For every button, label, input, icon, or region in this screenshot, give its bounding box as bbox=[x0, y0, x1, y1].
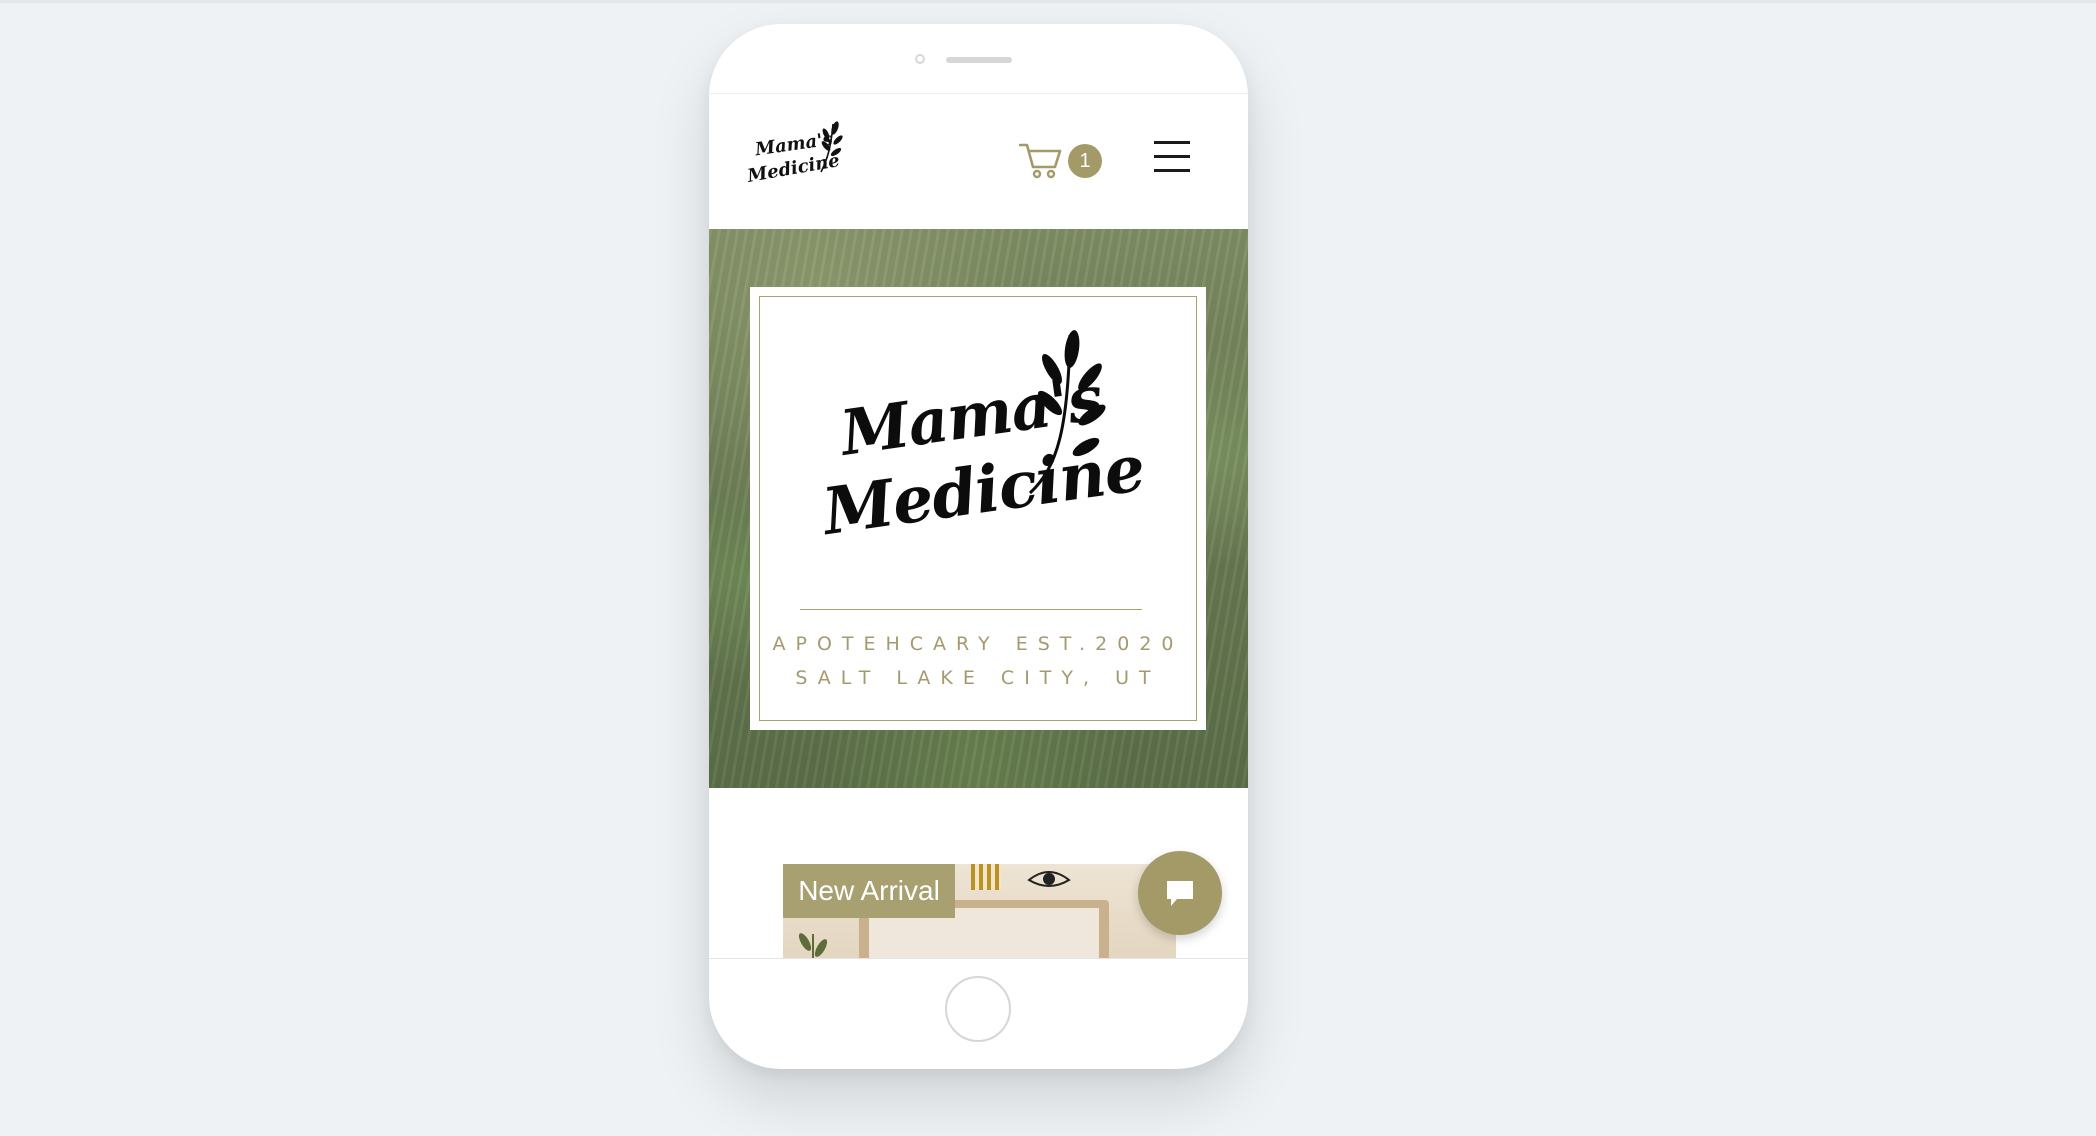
phone-speaker bbox=[946, 57, 1012, 63]
phone-top-bezel bbox=[709, 24, 1248, 94]
hero-logo: Mama's Medicine bbox=[816, 327, 1149, 567]
hero-divider bbox=[800, 609, 1142, 610]
hero-logo-card: Mama's Medicine APOTEHCARY EST.2020 SALT… bbox=[750, 287, 1206, 730]
product-bottles bbox=[971, 864, 1001, 890]
tagline-established: APOTEHCARY EST.2020 bbox=[772, 633, 1184, 655]
front-camera bbox=[915, 54, 925, 64]
hamburger-menu-icon[interactable] bbox=[1152, 139, 1192, 177]
phone-home-button bbox=[945, 976, 1011, 1042]
mobile-screen[interactable]: Mama's Medicine 1 Mama's Medicine APOTEH… bbox=[709, 93, 1248, 959]
chat-bubble-icon bbox=[1167, 881, 1193, 906]
eye-illustration-icon bbox=[1027, 871, 1071, 887]
leaf-branch-icon bbox=[820, 121, 843, 173]
plant-icon bbox=[798, 933, 828, 958]
cart-icon bbox=[1019, 143, 1062, 179]
top-divider bbox=[0, 0, 2096, 3]
chat-button[interactable] bbox=[1138, 851, 1222, 935]
page-background: Mama's Medicine 1 Mama's Medicine APOTEH… bbox=[0, 0, 2096, 1136]
phone-mockup: Mama's Medicine 1 Mama's Medicine APOTEH… bbox=[709, 24, 1248, 1069]
hero-section: Mama's Medicine APOTEHCARY EST.2020 SALT… bbox=[709, 229, 1248, 788]
cart-count-badge: 1 bbox=[1068, 144, 1102, 178]
tagline-location: SALT LAKE CITY, UT bbox=[795, 667, 1161, 689]
leaf-branch-icon bbox=[1028, 330, 1106, 495]
header-logo[interactable]: Mama's Medicine bbox=[746, 118, 847, 200]
cart-button[interactable]: 1 bbox=[1019, 139, 1109, 179]
site-header: Mama's Medicine 1 bbox=[709, 94, 1248, 229]
new-arrival-badge: New Arrival bbox=[783, 864, 955, 918]
